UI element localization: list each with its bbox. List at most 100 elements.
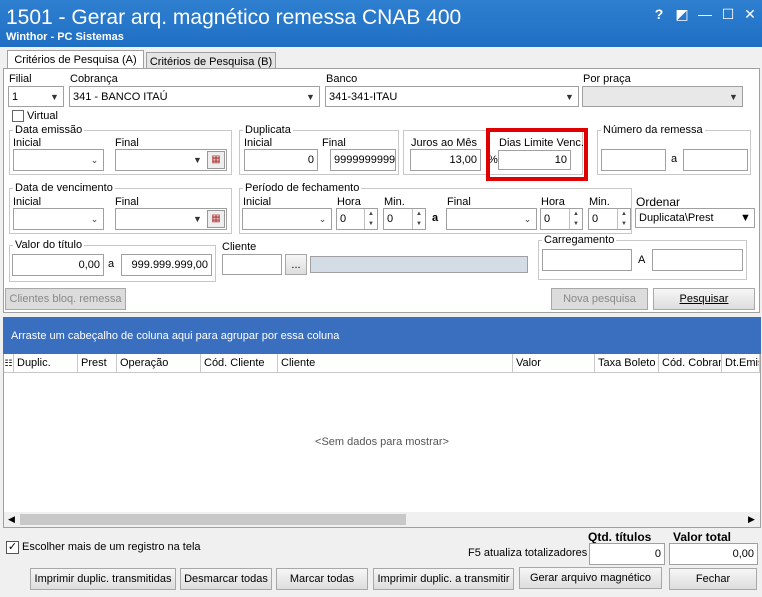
filial-select[interactable]: 1 ▼ — [8, 86, 64, 107]
data-emissao-label: Data emissão — [13, 124, 85, 136]
hora2-spinner[interactable]: 0 ▲ ▼ — [540, 208, 583, 230]
qtd-titulos-field: 0 — [589, 543, 665, 565]
chevron-down-icon[interactable]: ▼ — [725, 87, 742, 106]
scroll-left-icon[interactable]: ◀ — [4, 512, 19, 527]
spin-arrows-icon[interactable]: ▲ ▼ — [569, 209, 582, 229]
calendar-icon[interactable]: ▦ — [207, 210, 225, 228]
min1-spinner[interactable]: 0 ▲ ▼ — [383, 208, 426, 230]
chevron-down-icon[interactable]: ▼ — [46, 87, 63, 106]
col-dt-emis[interactable]: Dt.Emis — [722, 354, 760, 372]
valor-final-input[interactable]: 999.999.999,00 — [121, 254, 212, 276]
chevron-down-icon[interactable]: ▼ — [302, 87, 319, 106]
emissao-final-label: Final — [115, 137, 139, 149]
spin-arrows-icon[interactable]: ▲ ▼ — [364, 209, 377, 229]
min2-value: 0 — [592, 213, 599, 225]
cliente-name-field — [310, 256, 528, 273]
virtual-checkbox[interactable] — [12, 110, 24, 122]
hora2-value: 0 — [544, 213, 551, 225]
valor-inicial-input[interactable]: 0,00 — [12, 254, 104, 276]
nova-pesquisa-button[interactable]: Nova pesquisa — [551, 288, 648, 310]
juros-input[interactable]: 13,00 — [410, 149, 481, 171]
banco-select[interactable]: 341-341-ITAU ▼ — [325, 86, 579, 107]
col-valor[interactable]: Valor — [513, 354, 595, 372]
dup-final-label: Final — [322, 137, 346, 149]
hora2-label: Hora — [541, 196, 565, 208]
chevron-down-icon[interactable]: ▼ — [189, 150, 206, 170]
dup-final-input[interactable]: 9999999999 — [330, 149, 396, 171]
col-prest[interactable]: Prest — [78, 354, 117, 372]
col-cliente[interactable]: Cliente — [278, 354, 513, 372]
close-icon[interactable]: ✕ — [742, 6, 758, 22]
col-cod-cobranca[interactable]: Cód. Cobran — [659, 354, 722, 372]
gerar-arquivo-button[interactable]: Gerar arquivo magnético — [519, 567, 662, 589]
horizontal-scrollbar[interactable]: ◀ ▶ — [4, 512, 760, 527]
marcar-todas-button[interactable]: Marcar todas — [276, 568, 368, 590]
venc-final-label: Final — [115, 196, 139, 208]
periodo-a-label: a — [432, 212, 439, 224]
periodo-inicial-label: Inicial — [243, 196, 272, 208]
periodo-final-input[interactable]: ⌄ — [446, 208, 537, 230]
chevron-down-icon[interactable]: ▼ — [561, 87, 578, 106]
valor-total-label: Valor total — [673, 530, 732, 544]
calendar-icon[interactable]: ▦ — [207, 151, 225, 169]
chevron-down-icon[interactable]: ▼ — [737, 209, 754, 227]
chevron-down-icon[interactable]: ⌄ — [519, 209, 536, 229]
dias-input[interactable]: 10 — [498, 150, 571, 170]
carregamento-final-input[interactable] — [652, 249, 743, 271]
cliente-code-input[interactable] — [222, 254, 282, 275]
hora1-spinner[interactable]: 0 ▲ ▼ — [336, 208, 378, 230]
remessa-final-input[interactable] — [683, 149, 748, 171]
col-cod-cliente[interactable]: Cód. Cliente — [201, 354, 278, 372]
chevron-down-icon[interactable]: ⌄ — [86, 150, 103, 170]
emissao-final-input[interactable]: ▼ ▦ — [115, 149, 227, 171]
fechar-button[interactable]: Fechar — [669, 568, 757, 590]
carregamento-inicial-input[interactable] — [542, 249, 632, 271]
col-duplic[interactable]: Duplic. — [14, 354, 78, 372]
scroll-right-icon[interactable]: ▶ — [744, 512, 759, 527]
remessa-inicial-input[interactable] — [601, 149, 666, 171]
minimize-icon[interactable]: — — [697, 6, 713, 22]
venc-inicial-input[interactable]: ⌄ — [13, 208, 104, 230]
min2-spinner[interactable]: 0 ▲ ▼ — [588, 208, 631, 230]
ordenar-select[interactable]: Duplicata\Prest ▼ — [635, 208, 755, 228]
group-by-hint: Arraste um cabeçalho de coluna aqui para… — [11, 330, 340, 342]
valor-a-label: a — [108, 258, 115, 270]
porpraca-select[interactable]: ▼ — [582, 86, 743, 107]
help-icon[interactable]: ? — [651, 6, 667, 22]
col-taxa-boleto[interactable]: Taxa Boleto — [595, 354, 659, 372]
hora1-value: 0 — [340, 213, 347, 225]
periodo-inicial-input[interactable]: ⌄ — [242, 208, 332, 230]
scroll-thumb[interactable] — [20, 514, 406, 525]
restore-icon[interactable]: ◩ — [674, 6, 690, 22]
header-divider — [4, 372, 760, 373]
chevron-down-icon[interactable]: ▼ — [189, 209, 206, 229]
desmarcar-todas-button[interactable]: Desmarcar todas — [180, 568, 272, 590]
chevron-down-icon[interactable]: ⌄ — [86, 209, 103, 229]
column-chooser-icon[interactable]: ☷ — [4, 354, 14, 372]
remessa-a-label: a — [671, 153, 678, 165]
porpraca-label: Por praça — [583, 73, 631, 85]
spin-arrows-icon[interactable]: ▲ ▼ — [617, 209, 630, 229]
juros-label: Juros ao Mês — [411, 137, 478, 149]
empty-message: <Sem dados para mostrar> — [315, 436, 449, 448]
dup-inicial-input[interactable]: 0 — [244, 149, 318, 171]
venc-final-input[interactable]: ▼ ▦ — [115, 208, 227, 230]
imprimir-a-transmitir-button[interactable]: Imprimir duplic. a transmitir — [373, 568, 514, 590]
clientes-bloq-button[interactable]: Clientes bloq. remessa — [5, 288, 126, 310]
group-by-panel[interactable]: Arraste um cabeçalho de coluna aqui para… — [3, 317, 761, 355]
cobranca-select[interactable]: 341 - BANCO ITAÚ ▼ — [69, 86, 320, 107]
chevron-down-icon[interactable]: ⌄ — [314, 209, 331, 229]
cliente-search-button[interactable]: ... — [285, 254, 307, 275]
col-operacao[interactable]: Operação — [117, 354, 201, 372]
spin-arrows-icon[interactable]: ▲ ▼ — [412, 209, 425, 229]
cobranca-value: 341 - BANCO ITAÚ — [73, 91, 168, 103]
imprimir-transmitidas-button[interactable]: Imprimir duplic. transmitidas — [30, 568, 176, 590]
duplicata-label: Duplicata — [243, 124, 293, 136]
emissao-inicial-input[interactable]: ⌄ — [13, 149, 104, 171]
filial-value: 1 — [12, 91, 19, 103]
window-title: 1501 - Gerar arq. magnético remessa CNAB… — [6, 6, 462, 29]
banco-value: 341-341-ITAU — [329, 91, 398, 103]
pesquisar-button[interactable]: Pesquisar — [653, 288, 755, 310]
escolher-checkbox[interactable]: ✓ — [6, 541, 19, 554]
maximize-icon[interactable]: ☐ — [720, 6, 736, 22]
